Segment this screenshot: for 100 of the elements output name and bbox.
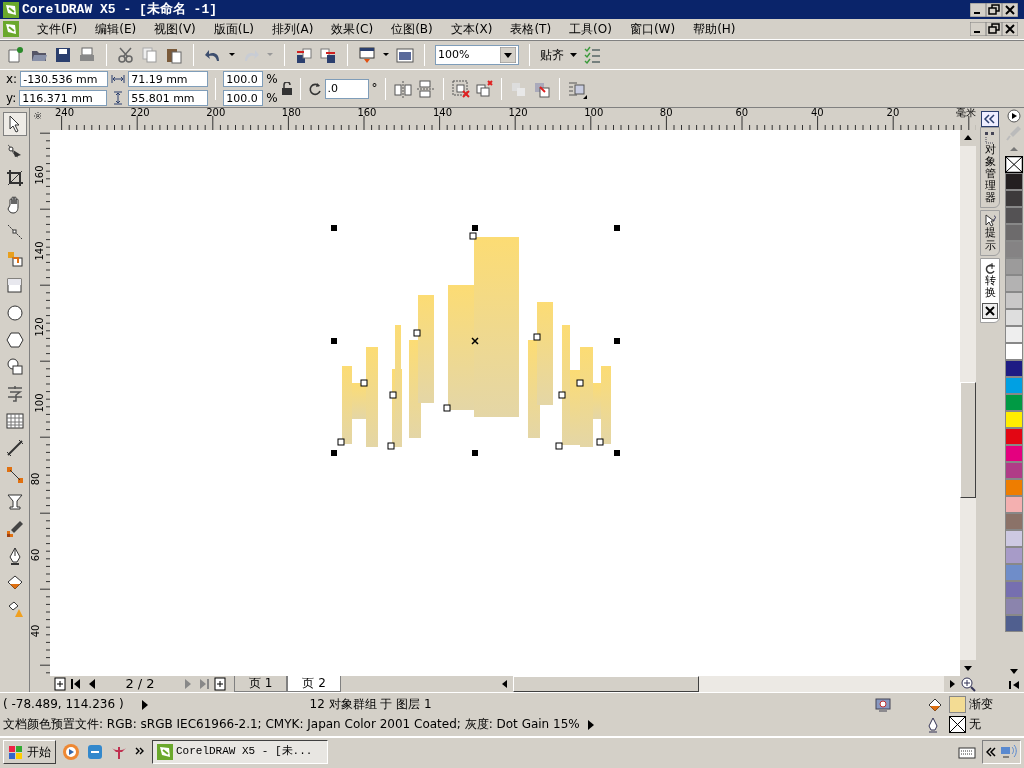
color-swatch[interactable] [1005,564,1024,581]
minimize-button[interactable] [970,22,986,36]
color-swatch[interactable] [1005,513,1024,530]
monitor-icon[interactable] [875,696,891,713]
scroll-right-icon[interactable] [944,676,960,692]
color-swatch[interactable] [1005,598,1024,615]
menu-item[interactable]: 表格(T) [504,21,558,37]
taskbar-window-button[interactable]: CorelDRAW X5 - [未... [152,740,328,764]
docker-tab[interactable]: 提示 [980,210,1001,256]
color-swatch[interactable] [1005,275,1024,292]
color-swatch[interactable] [1005,258,1024,275]
zoom-navigator-icon[interactable] [960,676,976,692]
save-icon[interactable] [54,46,72,64]
color-swatch[interactable] [1005,394,1024,411]
color-swatch[interactable] [1005,496,1024,513]
ungroup-icon[interactable] [450,78,471,99]
docker-tab[interactable]: 转换 [980,257,1001,323]
width-field[interactable]: 71.19 mm [128,71,209,87]
x-position-field[interactable]: -130.536 mm [20,71,109,87]
menu-item[interactable]: 位图(B) [385,21,439,37]
y-position-field[interactable]: 116.371 mm [19,90,108,106]
ellipse-icon[interactable] [5,303,25,323]
media-player-icon[interactable] [62,743,80,761]
menu-item[interactable]: 版面(L) [207,21,260,37]
color-swatch[interactable] [1005,411,1024,428]
blend-icon[interactable] [5,492,25,512]
keyboard-icon[interactable] [958,745,976,759]
close-docker-button[interactable] [982,302,999,319]
menu-item[interactable]: 工具(O) [563,21,618,37]
collapse-docker-icon[interactable] [981,111,1000,127]
import-icon[interactable] [295,46,313,64]
zoom-dropdown[interactable]: 100% [435,45,519,65]
menu-item[interactable]: 编辑(E) [89,21,143,37]
menu-item[interactable]: 文本(X) [444,21,499,37]
mirror-horizontal-icon[interactable] [392,78,413,99]
scale-x-field[interactable]: 100.0 [223,71,264,87]
menu-item[interactable]: 文件(F) [31,21,84,37]
menu-item[interactable]: 帮助(H) [687,21,742,37]
color-swatch[interactable] [1005,309,1024,326]
new-document-icon[interactable] [6,46,24,64]
rotation-field[interactable]: .0 [324,78,369,99]
close-button[interactable] [1002,22,1018,36]
menu-item[interactable]: 窗口(W) [623,21,682,37]
checklist-icon[interactable] [583,46,601,64]
menu-item[interactable]: 视图(V) [148,21,202,37]
horizontal-scrollbar[interactable] [497,676,960,692]
browser-icon[interactable] [86,743,104,761]
expand-arrow-icon[interactable] [585,718,596,731]
color-swatch[interactable] [1005,530,1024,547]
color-swatch[interactable] [1005,190,1024,207]
rectangle-icon[interactable] [5,276,25,296]
cut-icon[interactable] [117,46,135,64]
mirror-vertical-icon[interactable] [415,78,436,99]
line-tool-icon[interactable] [5,222,25,242]
basic-shapes-icon[interactable] [5,357,25,377]
color-swatch[interactable] [1005,207,1024,224]
polygon-icon[interactable] [5,330,25,350]
scroll-left-icon[interactable] [497,676,513,692]
color-swatch[interactable] [1005,479,1024,496]
add-page-icon[interactable] [52,676,68,692]
start-button[interactable]: 开始 [3,740,56,764]
crop-icon[interactable] [5,168,25,188]
snap-dropdown[interactable]: 贴齐 [540,47,577,63]
minimize-button[interactable] [970,2,986,17]
text-tool-icon[interactable] [5,384,25,404]
ungroup-all-icon[interactable] [473,78,494,99]
restore-button[interactable] [986,22,1002,36]
color-swatch[interactable] [1005,462,1024,479]
scale-y-field[interactable]: 100.0 [223,90,264,106]
lock-ratio-icon[interactable] [280,81,293,96]
dropdown-arrow-icon[interactable] [500,47,516,63]
scroll-thumb[interactable] [960,382,976,498]
height-field[interactable]: 55.801 mm [128,90,209,106]
color-swatch[interactable] [1005,445,1024,462]
vertical-scrollbar[interactable] [960,130,976,676]
color-swatch[interactable] [1005,377,1024,394]
color-swatch[interactable] [1005,241,1024,258]
menu-item[interactable]: 效果(C) [325,21,380,37]
no-color-swatch[interactable] [1005,156,1024,173]
color-swatch[interactable] [1005,292,1024,309]
color-swatch[interactable] [1005,224,1024,241]
add-page-icon[interactable] [212,676,228,692]
page-tab[interactable]: 页 2 [287,676,341,692]
restore-button[interactable] [986,2,1002,17]
close-button[interactable] [1002,2,1018,17]
page-tab[interactable]: 页 1 [234,676,288,692]
color-swatch[interactable] [1005,326,1024,343]
eyedropper-icon[interactable] [5,519,25,539]
publish-pdf-icon[interactable] [358,46,376,64]
color-swatch[interactable] [1005,615,1024,632]
color-swatch[interactable] [1005,428,1024,445]
table-icon[interactable] [5,411,25,431]
docker-tab[interactable]: 对象管理器 [980,127,1001,209]
color-swatch[interactable] [1005,581,1024,598]
color-swatch[interactable] [1005,360,1024,377]
color-swatch[interactable] [1005,343,1024,360]
connector-icon[interactable] [5,465,25,485]
show-hidden-icons-icon[interactable] [986,747,996,757]
welcome-screen-icon[interactable] [396,46,414,64]
dimension-icon[interactable] [5,438,25,458]
